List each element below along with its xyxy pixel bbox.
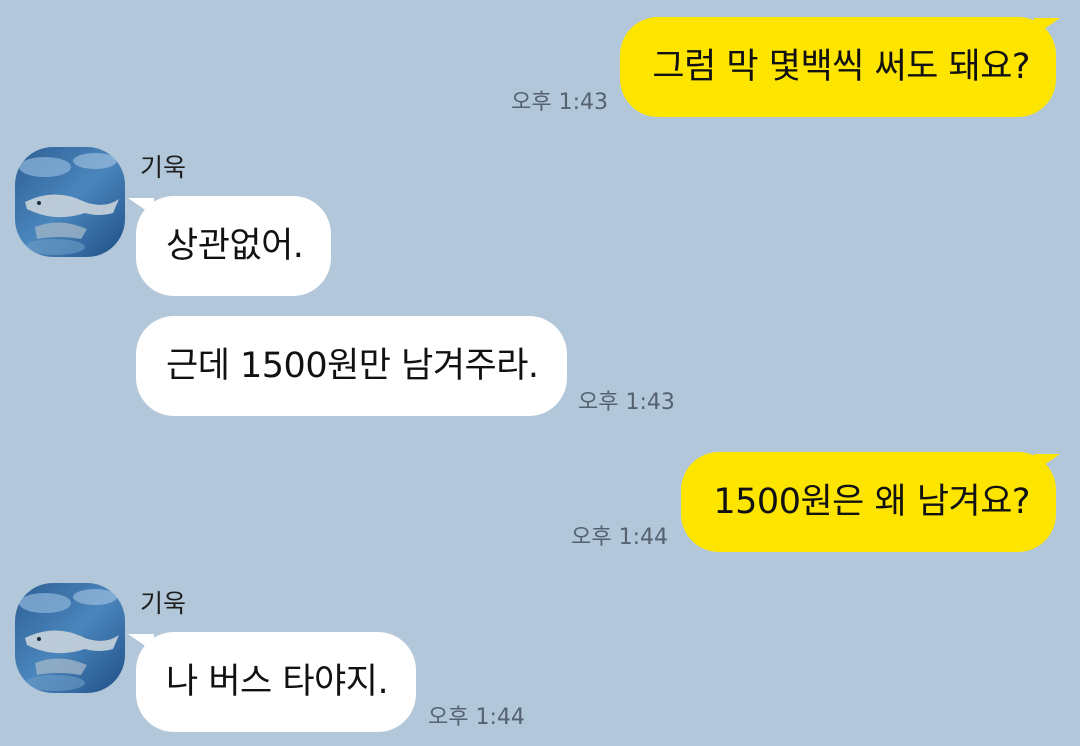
chat-area: 그럼 막 몇백씩 써도 돼요? 오후 1:43 기욱 상관없어. 근데 1500…: [0, 0, 1080, 746]
shark-photo-avatar-icon: [15, 147, 125, 257]
message-timestamp: 오후 1:44: [428, 705, 525, 730]
outgoing-message-bubble[interactable]: 1500원은 왜 남겨요?: [681, 452, 1056, 552]
message-timestamp: 오후 1:43: [511, 90, 608, 115]
incoming-message-bubble[interactable]: 상관없어.: [136, 196, 332, 296]
message-timestamp: 오후 1:44: [571, 525, 668, 550]
sender-name: 기욱: [140, 589, 187, 618]
sender-avatar[interactable]: [15, 583, 125, 693]
sender-name: 기욱: [140, 153, 187, 182]
message-timestamp: 오후 1:43: [578, 390, 675, 415]
incoming-message-bubble[interactable]: 나 버스 타야지.: [136, 632, 417, 732]
shark-photo-avatar-icon: [15, 583, 125, 693]
sender-avatar[interactable]: [15, 147, 125, 257]
incoming-message-bubble[interactable]: 근데 1500원만 남겨주라.: [136, 316, 567, 416]
outgoing-message-bubble[interactable]: 그럼 막 몇백씩 써도 돼요?: [620, 17, 1056, 117]
